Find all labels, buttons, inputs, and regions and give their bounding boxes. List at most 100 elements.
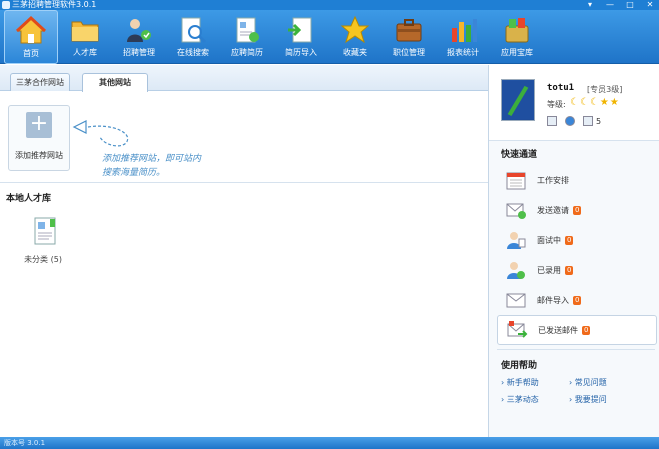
help-links: 新手帮助 常见问题 三茅动态 我要提问 [501,377,651,405]
level-indicator: ☾ ☾ ☾ ★ ★ [570,97,619,108]
menu-dropdown-button[interactable]: ▾ [585,0,595,10]
quick-access-title: 快速通道 [501,150,538,160]
divider [497,349,655,350]
toolbar-label: 应聘简历 [231,48,263,57]
minimize-button[interactable]: — [605,0,615,10]
help-title: 使用帮助 [501,361,538,371]
quick-item-label: 发送邀请 [537,205,569,215]
add-site-label: 添加推荐网站 [15,151,63,160]
quick-item-label: 邮件导入 [537,295,569,305]
quick-item-label: 面试中 [537,235,561,245]
plus-icon: + [26,112,52,138]
hint-arrow-icon [72,120,129,147]
count-badge: 0 [565,235,574,245]
toolbar-applied-resumes[interactable]: 应聘简历 [220,10,274,64]
quick-item-send-invite[interactable]: 发送邀请 0 [497,195,657,225]
toolbar-label: 首页 [23,49,39,58]
toolbar-label: 在线搜索 [177,48,209,57]
quick-item-label: 已发送邮件 [538,325,578,335]
avatar[interactable] [501,79,535,121]
quick-item-interviewing[interactable]: 面试中 0 [497,225,657,255]
username: totu1 [547,83,575,93]
count-badge: 0 [582,325,591,335]
toolbar-online-search[interactable]: 在线搜索 [166,10,220,64]
quick-item-sent-mail[interactable]: 已发送邮件 0 [497,315,657,345]
hint-line: 搜索海量简历。 [102,168,166,178]
users-icon [127,19,151,42]
resume-icon [236,17,259,43]
toolbar-label: 应用宝库 [501,48,533,57]
toolbar-favorites[interactable]: 收藏夹 [328,10,382,64]
quick-item-label: 已录用 [537,265,561,275]
local-talent-title: 本地人才库 [6,194,52,204]
help-link-news[interactable]: 三茅动态 [501,394,569,405]
toolbar-label: 职位管理 [393,48,425,57]
star-icon: ★ [599,97,609,108]
add-recommended-site-button[interactable]: + 添加推荐网站 [8,105,70,171]
app-logo-icon [2,1,10,9]
toolbar-report-stats[interactable]: 报表统计 [436,10,490,64]
profile-shortcuts: 5 [547,116,601,126]
toolbar-label: 报表统计 [447,48,479,57]
toolbar-label: 简历导入 [285,48,317,57]
toolbar-resume-import[interactable]: 简历导入 [274,10,328,64]
toolbar-label: 收藏夹 [343,48,367,57]
status-bar: 版本号 3.0.1 [0,437,659,449]
mail-import-icon [506,293,526,308]
home-icon [15,15,47,44]
chart-icon [452,19,477,42]
window-title: 三茅招聘管理软件3.0.1 [12,0,97,9]
help-link-faq[interactable]: 常见问题 [569,377,649,388]
site-tabs: 三茅合作网站 其他网站 [0,65,488,92]
main-content: 三茅合作网站 其他网站 + 添加推荐网站 添加推荐网站，即可站内 搜索海量简历。… [0,65,488,437]
star-icon [340,15,370,44]
toolbar-recruit-manage[interactable]: 招聘管理 [112,10,166,64]
search-icon [181,17,207,44]
tab-other-sites[interactable]: 其他网站 [82,73,148,92]
quick-item-hired[interactable]: 已录用 0 [497,255,657,285]
count-badge: 0 [573,205,582,215]
uncategorized-folder[interactable]: 未分类 (5) [24,215,68,265]
tab-partner-sites[interactable]: 三茅合作网站 [10,73,70,91]
close-button[interactable]: ✕ [645,0,655,10]
import-icon [288,17,312,43]
level-label: 等级: [547,100,566,109]
quick-item-label: 工作安排 [537,175,569,185]
count-badge: 0 [565,265,574,275]
moon-icon: ☾ [579,97,589,108]
message-icon[interactable] [583,116,593,126]
send-invite-icon [506,203,526,219]
add-site-hint: 添加推荐网站，即可站内 搜索海量简历。 [102,152,201,180]
toolbar-talent-pool[interactable]: 人才库 [58,10,112,64]
title-bar: 三茅招聘管理软件3.0.1 ▾ — □ ✕ [0,0,659,10]
globe-icon[interactable] [565,116,575,126]
calendar-icon [506,172,526,190]
quick-item-work-schedule[interactable]: 工作安排 [497,165,657,195]
briefcase-icon [396,19,422,42]
main-toolbar: 首页 人才库 招聘管理 在线搜索 应聘简历 简历导入 收藏夹 职位管理 报表统计… [0,10,659,64]
toolbar-label: 人才库 [73,48,97,57]
count-badge: 0 [573,295,582,305]
help-link-beginner[interactable]: 新手帮助 [501,377,569,388]
moon-icon: ☾ [570,97,579,108]
toolbar-position-manage[interactable]: 职位管理 [382,10,436,64]
star-icon: ★ [609,97,619,108]
member-rank: [专员3级] [587,85,623,94]
resume-folder-icon [34,217,56,245]
interview-icon [507,232,526,249]
side-panel: totu1 [专员3级] 等级: ☾ ☾ ☾ ★ ★ 5 快速通道 工作安排 发… [488,65,659,437]
sent-mail-icon [507,321,528,338]
toolbar-label: 招聘管理 [123,48,155,57]
help-link-ask[interactable]: 我要提问 [569,394,649,405]
profile-card-icon[interactable] [547,116,557,126]
toolbar-home[interactable]: 首页 [4,10,58,64]
maximize-button[interactable]: □ [625,0,635,10]
version-label: 版本号 3.0.1 [4,439,46,447]
hired-icon [507,262,525,279]
quick-item-mail-import[interactable]: 邮件导入 0 [497,285,657,315]
toolbar-app-store[interactable]: 应用宝库 [490,10,544,64]
divider [0,182,488,183]
quick-access-list: 工作安排 发送邀请 0 面试中 0 已录用 0 邮件导入 0 已发送邮件 0 [497,165,657,345]
folder-label: 未分类 (5) [24,255,62,264]
user-profile: totu1 [专员3级] 等级: ☾ ☾ ☾ ★ ★ 5 [489,65,659,141]
